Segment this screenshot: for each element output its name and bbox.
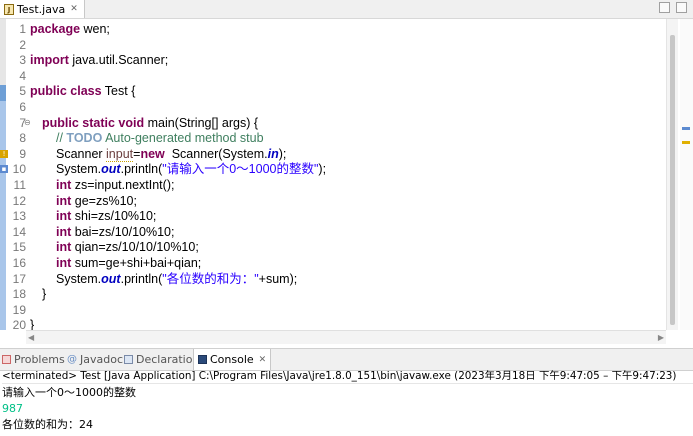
scroll-right-icon[interactable]: ▶ — [658, 331, 664, 344]
console-input-line: 987 — [2, 402, 23, 415]
overview-marker[interactable] — [682, 127, 690, 130]
line-number: 4 — [19, 68, 26, 83]
line-number-gutter: 1 2 3 4 5 6 7 ⊖ 8 9 10 11 12 13 14 15 16… — [6, 19, 31, 332]
line-number: 8 — [19, 131, 26, 146]
line-number: 7 — [19, 115, 26, 130]
line-number: 10 — [12, 162, 26, 177]
console-icon — [198, 355, 207, 364]
code-line: int sum=ge+shi+bai+qian; — [56, 256, 202, 270]
declaration-icon — [124, 355, 133, 364]
scrollbar-thumb[interactable] — [670, 35, 675, 325]
code-line: public static void main(String[] args) { — [42, 115, 259, 130]
line-number: 11 — [13, 178, 26, 192]
code-line: int bai=zs/10/10%10; — [56, 224, 175, 239]
overview-ruler — [680, 19, 693, 330]
problems-icon — [2, 355, 11, 364]
code-line: System.out.println("请输入一个0～1000的整数"); — [56, 162, 327, 177]
console-status-line: <terminated> Test [Java Application] C:\… — [2, 370, 693, 384]
javadoc-icon: @ — [67, 354, 77, 365]
code-line: int qian=zs/10/10/10%10; — [56, 240, 199, 255]
line-number: 9 — [19, 146, 26, 161]
editor-tab-bar: J Test.java ✕ — [0, 0, 693, 19]
tab-label: Declaration — [136, 353, 200, 366]
tab-javadoc[interactable]: @ Javadoc — [67, 349, 123, 370]
vertical-scrollbar[interactable] — [666, 19, 678, 330]
tab-label: Problems — [14, 353, 65, 366]
code-line: } — [42, 287, 47, 302]
line-number: 12 — [12, 193, 26, 208]
line-number: 13 — [12, 209, 26, 224]
line-number: 16 — [12, 256, 26, 270]
code-line: import java.util.Scanner; — [30, 53, 169, 68]
console-output[interactable]: <terminated> Test [Java Application] C:\… — [0, 370, 693, 436]
tab-label: Javadoc — [80, 353, 123, 366]
editor-tab-label: Test.java — [17, 2, 66, 16]
code-line: System.out.println("各位数的和为："+sum); — [56, 271, 298, 286]
bottom-panel-tab-bar: Problems @ Javadoc Declaration Console ✕ — [0, 348, 693, 371]
editor-tab-test-java[interactable]: J Test.java ✕ — [0, 0, 85, 18]
tab-label: Console — [210, 353, 254, 366]
line-number: 14 — [12, 224, 26, 239]
line-number: 1 — [19, 22, 26, 36]
scroll-left-icon[interactable]: ◀ — [28, 331, 34, 344]
code-editor[interactable]: package wen; import java.util.Scanner; p… — [30, 19, 666, 330]
line-number: 3 — [19, 53, 26, 68]
code-line: public class Test { — [30, 84, 136, 99]
line-number: 15 — [12, 240, 26, 255]
console-line: 各位数的和为：24 — [2, 418, 93, 431]
code-line: int zs=input.nextInt(); — [56, 178, 175, 192]
line-number: 17 — [12, 271, 26, 286]
line-number: 2 — [19, 37, 26, 52]
tab-problems[interactable]: Problems — [2, 349, 65, 370]
line-number: 5 — [19, 84, 26, 99]
minimize-icon[interactable] — [659, 2, 670, 13]
close-icon[interactable]: ✕ — [70, 4, 78, 14]
line-number: 20 — [12, 318, 26, 333]
code-line: } — [30, 318, 35, 330]
code-line: int ge=zs%10; — [56, 193, 137, 208]
window-controls — [659, 2, 687, 13]
line-number: 19 — [12, 302, 26, 317]
horizontal-scrollbar[interactable]: ◀ ▶ — [26, 330, 666, 344]
line-number: 6 — [19, 100, 26, 114]
line-number: 18 — [12, 287, 26, 302]
tab-console[interactable]: Console ✕ — [193, 349, 272, 370]
tab-declaration[interactable]: Declaration — [124, 349, 199, 370]
code-line: int shi=zs/10%10; — [56, 209, 157, 224]
code-line: // TODO Auto-generated method stub — [56, 131, 264, 146]
code-line: package wen; — [30, 22, 110, 36]
code-line: Scanner input=new Scanner(System.in); — [56, 146, 287, 162]
close-icon[interactable]: ✕ — [259, 355, 267, 365]
console-line: 请输入一个0～1000的整数 — [2, 386, 136, 399]
maximize-icon[interactable] — [676, 2, 687, 13]
java-file-icon: J — [4, 3, 14, 15]
overview-marker[interactable] — [682, 141, 690, 144]
